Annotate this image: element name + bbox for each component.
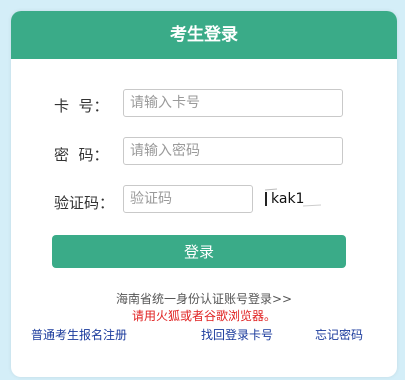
register-link[interactable]: 普通考生报名注册 (31, 326, 127, 343)
card-number-input[interactable] (123, 89, 343, 117)
browser-note: 请用火狐或者谷歌浏览器。 (131, 309, 276, 323)
unified-login-link[interactable]: 海南省统一身份认证账号登录>> (11, 290, 397, 307)
recover-card-link[interactable]: 找回登录卡号 (201, 326, 273, 343)
forgot-password-link[interactable]: 忘记密码 (315, 326, 363, 343)
password-input[interactable] (123, 137, 343, 165)
card-number-label: 卡 号： (54, 97, 109, 115)
captcha-text: kak1 (271, 191, 304, 207)
captcha-input[interactable] (123, 185, 253, 213)
login-card: 考生登录 卡 号： 密 码： 验证码： kak1 登录 海南省统一身份认证账号登… (11, 11, 397, 377)
page-title: 考生登录 (11, 11, 397, 59)
captcha-image[interactable]: kak1 (263, 186, 323, 210)
captcha-label: 验证码： (54, 194, 115, 212)
password-label: 密 码： (54, 146, 109, 164)
login-button[interactable]: 登录 (52, 235, 346, 268)
